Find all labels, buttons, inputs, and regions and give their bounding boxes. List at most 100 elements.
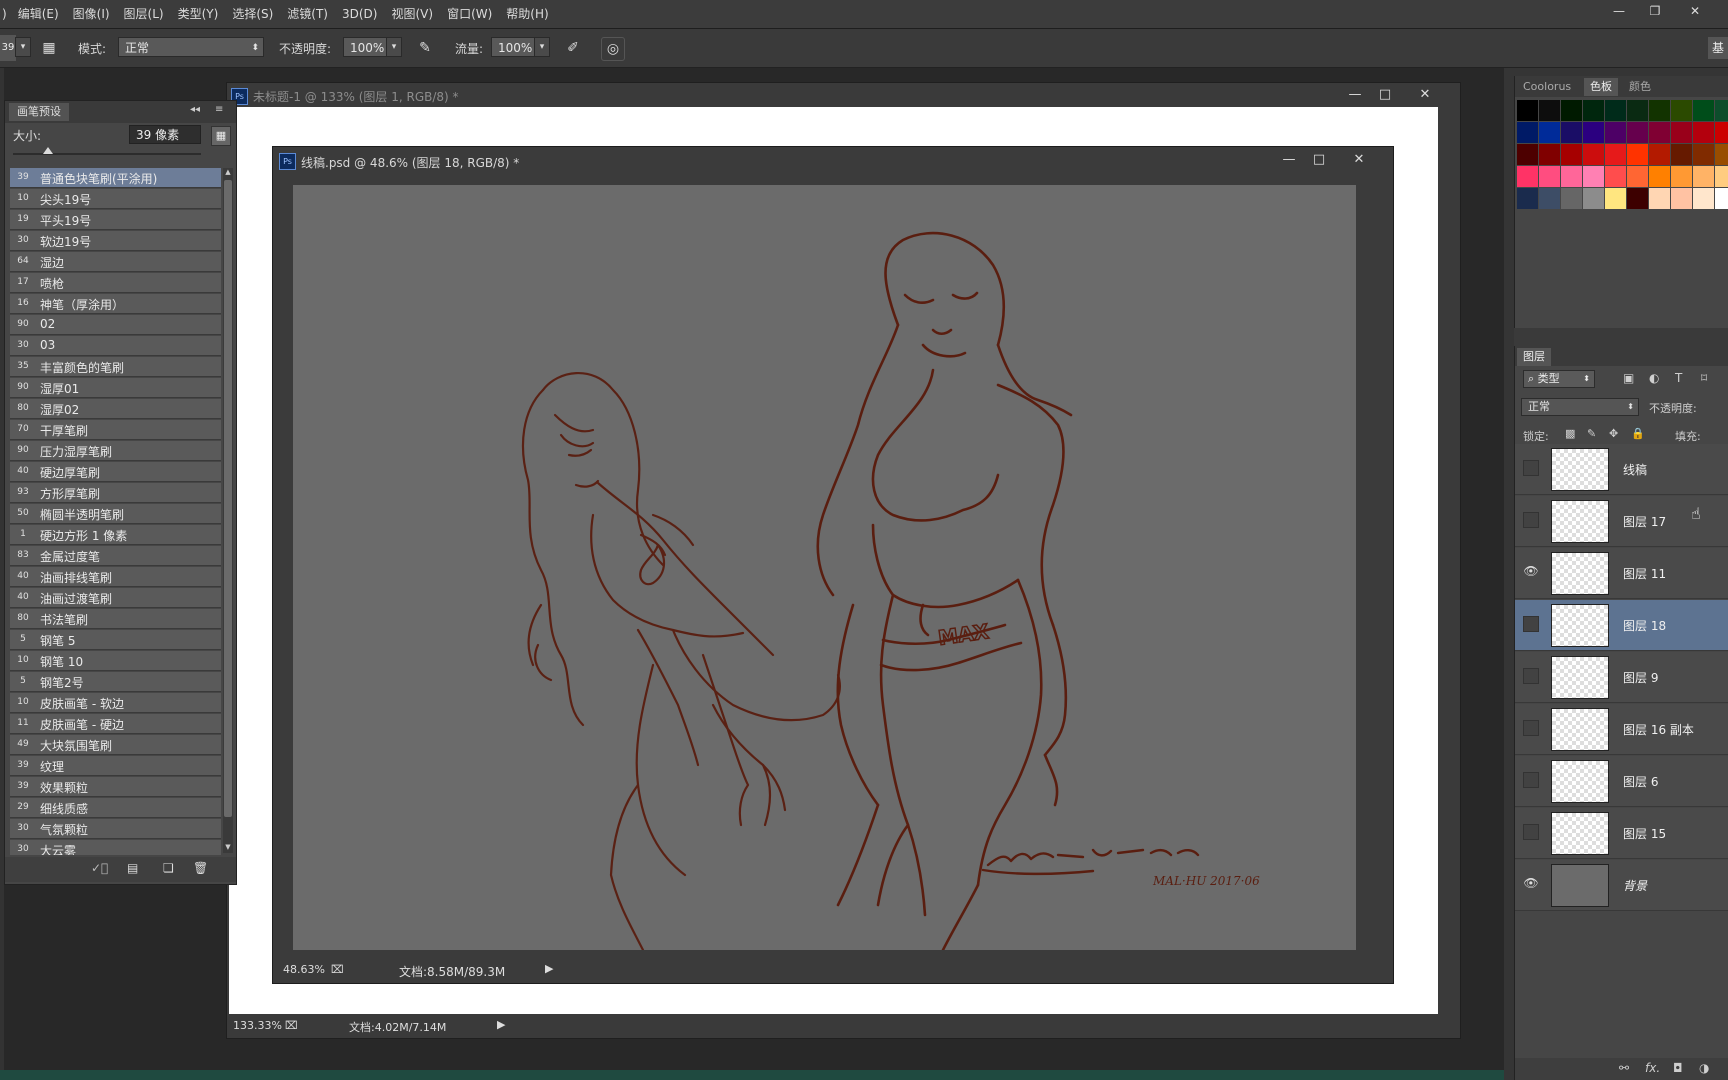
color-swatch[interactable] xyxy=(1517,100,1538,121)
color-swatch[interactable] xyxy=(1517,122,1538,143)
color-swatch[interactable] xyxy=(1561,188,1582,209)
brush-size-preview[interactable]: 39 xyxy=(0,35,16,61)
doc-front-status-arrow-icon[interactable]: ▶ xyxy=(545,962,553,975)
color-swatch[interactable] xyxy=(1649,100,1670,121)
create-preset-icon[interactable]: ❏ xyxy=(163,861,174,875)
color-swatch[interactable] xyxy=(1715,100,1728,121)
color-swatch[interactable] xyxy=(1715,166,1728,187)
color-swatch[interactable] xyxy=(1517,144,1538,165)
tab-layers[interactable]: 图层 xyxy=(1517,348,1551,366)
brush-preset-item[interactable]: 80 书法笔刷 xyxy=(10,609,221,629)
color-swatch[interactable] xyxy=(1539,144,1560,165)
color-swatch[interactable] xyxy=(1627,122,1648,143)
opacity-slider-arrow[interactable]: ▾ xyxy=(386,37,402,57)
layer-visibility-eye-icon[interactable] xyxy=(1523,616,1539,632)
brush-preset-item[interactable]: 64 湿边 xyxy=(10,252,221,272)
filter-adjust-icon[interactable]: ◐ xyxy=(1649,371,1659,385)
doc-front-zoom[interactable]: 48.63% xyxy=(283,963,325,976)
layer-visibility-eye-icon[interactable]: 👁 xyxy=(1523,564,1539,580)
panel-menu-icon[interactable]: ≡ xyxy=(215,104,223,115)
brush-size-slider-thumb[interactable] xyxy=(43,147,53,154)
brush-preset-item[interactable]: 80 湿厚02 xyxy=(10,399,221,419)
brush-preset-item[interactable]: 83 金属过度笔 xyxy=(10,546,221,566)
window-restore-button[interactable]: ❐ xyxy=(1640,4,1670,24)
brush-preset-item[interactable]: 35 丰富颜色的笔刷 xyxy=(10,357,221,377)
filter-type-icon[interactable]: T xyxy=(1675,371,1682,385)
color-swatch[interactable] xyxy=(1671,122,1692,143)
brush-preset-item[interactable]: 19 平头19号 xyxy=(10,210,221,230)
brush-preset-item[interactable]: 70 干厚笔刷 xyxy=(10,420,221,440)
brush-preset-item[interactable]: 5 钢笔2号 xyxy=(10,672,221,692)
color-swatch[interactable] xyxy=(1561,122,1582,143)
menu-layer[interactable]: 图层(L) xyxy=(117,0,171,28)
layer-row[interactable]: 图层 15 xyxy=(1515,808,1728,859)
color-swatch[interactable] xyxy=(1649,188,1670,209)
opacity-input[interactable]: 100% xyxy=(343,37,389,57)
opacity-pressure-icon[interactable]: ✎ xyxy=(414,37,436,59)
menu-view[interactable]: 视图(V) xyxy=(384,0,440,28)
color-swatch[interactable] xyxy=(1539,166,1560,187)
tab-coolorus[interactable]: Coolorus xyxy=(1517,78,1577,96)
doc-front-close-button[interactable]: ✕ xyxy=(1347,151,1371,169)
link-layers-icon[interactable]: ⚯ xyxy=(1619,1061,1629,1075)
color-swatch[interactable] xyxy=(1649,144,1670,165)
delete-brush-icon[interactable]: 🗑 xyxy=(193,861,208,875)
flow-input[interactable]: 100% xyxy=(491,37,537,57)
layer-visibility-eye-icon[interactable] xyxy=(1523,720,1539,736)
layer-row[interactable]: 线稿 xyxy=(1515,444,1728,495)
brush-preset-item[interactable]: 40 油画排线笔刷 xyxy=(10,567,221,587)
menu-image[interactable]: 图像(I) xyxy=(66,0,117,28)
brush-picker-arrow[interactable]: ▾ xyxy=(15,37,31,57)
color-swatch[interactable] xyxy=(1693,188,1714,209)
color-swatch[interactable] xyxy=(1539,100,1560,121)
brush-preset-item[interactable]: 1 硬边方形 1 像素 xyxy=(10,525,221,545)
menu-help[interactable]: 帮助(H) xyxy=(499,0,555,28)
size-pressure-icon[interactable]: ◎ xyxy=(601,37,625,61)
color-swatch[interactable] xyxy=(1671,166,1692,187)
layer-row[interactable]: 图层 16 副本 xyxy=(1515,704,1728,755)
color-swatch[interactable] xyxy=(1693,122,1714,143)
color-swatch[interactable] xyxy=(1583,122,1604,143)
layer-row[interactable]: 👁 图层 11 xyxy=(1515,548,1728,599)
color-swatch[interactable] xyxy=(1649,166,1670,187)
blend-mode-select[interactable]: 正常 ⬍ xyxy=(1521,398,1639,416)
color-swatch[interactable] xyxy=(1605,100,1626,121)
collapse-icon[interactable]: ◂◂ xyxy=(190,104,200,115)
scroll-up-icon[interactable]: ▲ xyxy=(223,168,233,178)
brush-preset-item[interactable]: 10 钢笔 10 xyxy=(10,651,221,671)
color-swatch[interactable] xyxy=(1605,122,1626,143)
brush-preset-item[interactable]: 30 气氛颗粒 xyxy=(10,819,221,839)
tab-swatches[interactable]: 色板 xyxy=(1584,78,1618,96)
brush-list-scrollbar[interactable]: ▲ ▼ xyxy=(223,168,233,853)
color-swatch[interactable] xyxy=(1605,144,1626,165)
tab-color[interactable]: 颜色 xyxy=(1623,78,1657,96)
brush-preset-item[interactable]: 16 神笔（厚涂用） xyxy=(10,294,221,314)
layer-visibility-eye-icon[interactable] xyxy=(1523,668,1539,684)
doc-back-close-button[interactable]: ✕ xyxy=(1413,86,1437,104)
brush-preset-item[interactable]: 29 细线质感 xyxy=(10,798,221,818)
brush-preset-item[interactable]: 90 湿厚01 xyxy=(10,378,221,398)
brush-preset-item[interactable]: 39 普通色块笔刷(平涂用) xyxy=(10,168,221,188)
color-swatch[interactable] xyxy=(1627,166,1648,187)
brush-preset-item[interactable]: 30 大云雾 xyxy=(10,840,221,855)
color-swatch[interactable] xyxy=(1539,122,1560,143)
brush-size-slider-track[interactable] xyxy=(13,153,201,155)
brush-panel-tab[interactable]: 画笔预设 xyxy=(9,103,69,121)
brush-preset-item[interactable]: 5 钢笔 5 xyxy=(10,630,221,650)
color-swatch[interactable] xyxy=(1583,188,1604,209)
airbrush-icon[interactable]: ✐ xyxy=(562,37,584,59)
color-swatch[interactable] xyxy=(1583,144,1604,165)
brush-preset-item[interactable]: 50 椭圆半透明笔刷 xyxy=(10,504,221,524)
brush-preset-item[interactable]: 90 压力湿厚笔刷 xyxy=(10,441,221,461)
filter-shape-icon[interactable]: ⌑ xyxy=(1701,371,1707,385)
brush-preset-item[interactable]: 10 皮肤画笔 - 软边 xyxy=(10,693,221,713)
layer-visibility-eye-icon[interactable] xyxy=(1523,824,1539,840)
doc-back-zoom[interactable]: 133.33% xyxy=(233,1019,282,1032)
color-swatch[interactable] xyxy=(1517,166,1538,187)
layer-style-icon[interactable]: fx. xyxy=(1645,1061,1660,1075)
layer-row[interactable]: 图层 9 xyxy=(1515,652,1728,703)
brush-preset-item[interactable]: 39 效果颗粒 xyxy=(10,777,221,797)
lock-transparent-icon[interactable]: ▩ xyxy=(1565,427,1575,440)
mode-select[interactable]: 正常 ⬍ xyxy=(118,37,264,57)
brush-preset-item[interactable]: 40 油画过渡笔刷 xyxy=(10,588,221,608)
